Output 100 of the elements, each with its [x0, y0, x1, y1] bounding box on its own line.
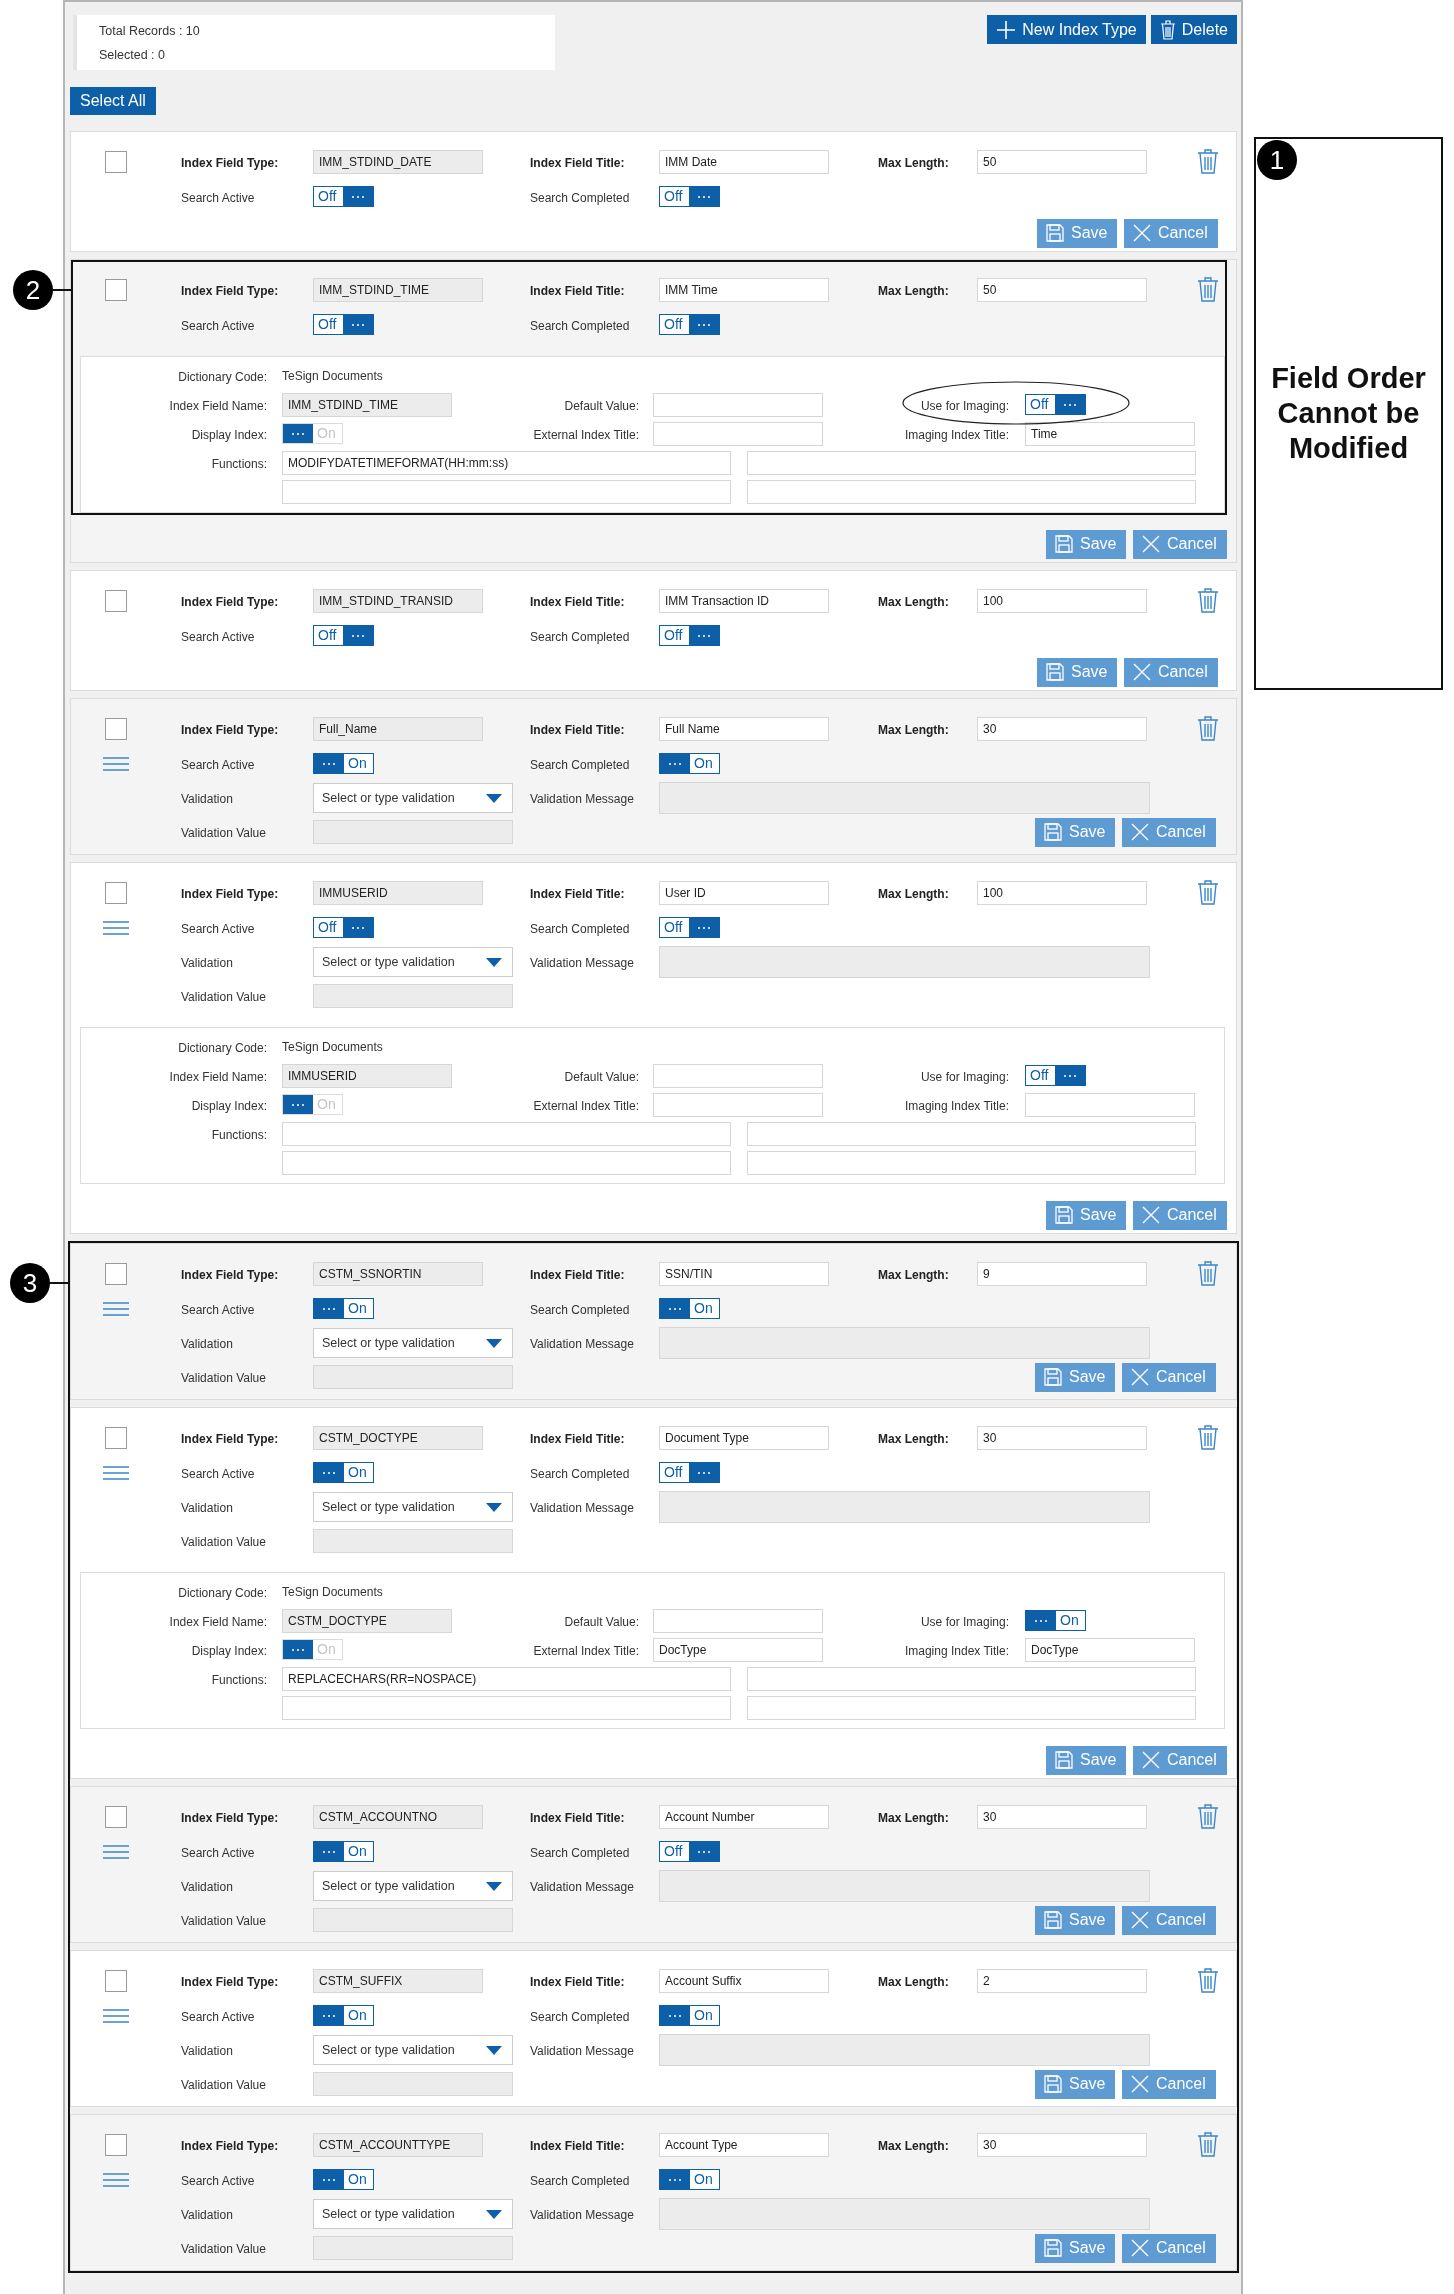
functions-field[interactable] [282, 1695, 731, 1720]
toggle-switch[interactable]: On [313, 2169, 374, 2190]
external-title-field[interactable] [653, 421, 823, 446]
validation-value-field[interactable] [313, 1529, 513, 1553]
toggle-switch[interactable]: On [313, 1841, 374, 1862]
validation-dropdown[interactable]: Select or type validation [313, 1871, 513, 1901]
type-field[interactable]: IMMUSERID [313, 880, 483, 905]
functions-field[interactable] [747, 1121, 1196, 1146]
validation-message-field[interactable] [659, 2198, 1150, 2230]
validation-message-field[interactable] [659, 1491, 1150, 1523]
type-field[interactable]: CSTM_SSNORTIN [313, 1261, 483, 1286]
max-length-field[interactable]: 30 [977, 1425, 1147, 1450]
toggle-switch[interactable]: On [313, 753, 374, 774]
max-length-field[interactable]: 50 [977, 149, 1147, 174]
functions-field[interactable] [747, 479, 1196, 504]
trash-icon[interactable] [1197, 276, 1219, 303]
new-index-type-button[interactable]: New Index Type [987, 15, 1146, 44]
toggle-switch[interactable]: Off [659, 314, 720, 335]
title-field[interactable]: Account Suffix [659, 1968, 829, 1993]
toggle-switch[interactable]: On [659, 2169, 720, 2190]
validation-value-field[interactable] [313, 2236, 513, 2260]
index-field-name-field[interactable]: IMM_STDIND_TIME [282, 392, 452, 417]
functions-field[interactable] [747, 1695, 1196, 1720]
checkbox[interactable] [105, 589, 127, 612]
checkbox[interactable] [105, 2133, 127, 2156]
drag-handle-icon[interactable] [103, 2008, 129, 2023]
imaging-title-field[interactable]: DocType [1025, 1637, 1195, 1662]
checkbox[interactable] [105, 278, 127, 301]
default-value-field[interactable] [653, 1608, 823, 1633]
checkbox[interactable] [105, 150, 127, 173]
checkbox[interactable] [105, 1805, 127, 1828]
toggle-switch[interactable]: Off [659, 917, 720, 938]
toggle-switch[interactable]: Off [313, 314, 374, 335]
title-field[interactable]: IMM Date [659, 149, 829, 174]
validation-dropdown[interactable]: Select or type validation [313, 783, 513, 813]
default-value-field[interactable] [653, 392, 823, 417]
validation-message-field[interactable] [659, 1870, 1150, 1902]
toggle-switch[interactable]: On [313, 2005, 374, 2026]
trash-icon[interactable] [1197, 715, 1219, 742]
validation-value-field[interactable] [313, 984, 513, 1008]
max-length-field[interactable]: 30 [977, 2132, 1147, 2157]
max-length-field[interactable]: 9 [977, 1261, 1147, 1286]
toggle-switch[interactable]: On [659, 2005, 720, 2026]
toggle-switch[interactable]: Off [313, 917, 374, 938]
validation-message-field[interactable] [659, 2034, 1150, 2066]
title-field[interactable]: Account Type [659, 2132, 829, 2157]
drag-handle-icon[interactable] [103, 756, 129, 771]
max-length-field[interactable]: 100 [977, 880, 1147, 905]
trash-icon[interactable] [1197, 1967, 1219, 1994]
functions-field[interactable] [282, 1150, 731, 1175]
validation-dropdown[interactable]: Select or type validation [313, 1328, 513, 1358]
default-value-field[interactable] [653, 1063, 823, 1088]
validation-message-field[interactable] [659, 946, 1150, 978]
trash-icon[interactable] [1197, 2131, 1219, 2158]
drag-handle-icon[interactable] [103, 1301, 129, 1316]
functions-field[interactable]: REPLACECHARS(RR=NOSPACE) [282, 1666, 731, 1691]
type-field[interactable]: IMM_STDIND_DATE [313, 149, 483, 174]
type-field[interactable]: CSTM_ACCOUNTTYPE [313, 2132, 483, 2157]
checkbox[interactable] [105, 1426, 127, 1449]
trash-icon[interactable] [1197, 1424, 1219, 1451]
max-length-field[interactable]: 2 [977, 1968, 1147, 1993]
title-field[interactable]: Account Number [659, 1804, 829, 1829]
toggle-switch[interactable]: Off [313, 625, 374, 646]
title-field[interactable]: IMM Time [659, 277, 829, 302]
toggle-switch[interactable]: Off [659, 625, 720, 646]
validation-value-field[interactable] [313, 1908, 513, 1932]
toggle-switch[interactable]: On [1025, 1610, 1086, 1631]
trash-icon[interactable] [1197, 148, 1219, 175]
trash-icon[interactable] [1197, 1260, 1219, 1287]
validation-dropdown[interactable]: Select or type validation [313, 1492, 513, 1522]
functions-field[interactable] [747, 450, 1196, 475]
validation-dropdown[interactable]: Select or type validation [313, 947, 513, 977]
trash-icon[interactable] [1197, 587, 1219, 614]
toggle-switch[interactable]: On [313, 1462, 374, 1483]
toggle-switch[interactable]: Off [659, 1462, 720, 1483]
checkbox[interactable] [105, 1969, 127, 1992]
title-field[interactable]: Full Name [659, 716, 829, 741]
drag-handle-icon[interactable] [103, 1465, 129, 1480]
type-field[interactable]: CSTM_DOCTYPE [313, 1425, 483, 1450]
imaging-title-field[interactable] [1025, 1092, 1195, 1117]
toggle-switch[interactable]: On [659, 753, 720, 774]
validation-message-field[interactable] [659, 1327, 1150, 1359]
toggle-switch[interactable]: Off [313, 186, 374, 207]
drag-handle-icon[interactable] [103, 1844, 129, 1859]
max-length-field[interactable]: 30 [977, 1804, 1147, 1829]
functions-field[interactable] [747, 1666, 1196, 1691]
select-all-button[interactable]: Select All [70, 87, 156, 115]
title-field[interactable]: User ID [659, 880, 829, 905]
checkbox[interactable] [105, 881, 127, 904]
max-length-field[interactable]: 100 [977, 588, 1147, 613]
toggle-switch[interactable]: On [659, 1298, 720, 1319]
type-field[interactable]: CSTM_ACCOUNTNO [313, 1804, 483, 1829]
type-field[interactable]: IMM_STDIND_TIME [313, 277, 483, 302]
type-field[interactable]: IMM_STDIND_TRANSID [313, 588, 483, 613]
checkbox[interactable] [105, 717, 127, 740]
type-field[interactable]: CSTM_SUFFIX [313, 1968, 483, 1993]
max-length-field[interactable]: 50 [977, 277, 1147, 302]
drag-handle-icon[interactable] [103, 2172, 129, 2187]
title-field[interactable]: Document Type [659, 1425, 829, 1450]
functions-field[interactable] [282, 1121, 731, 1146]
